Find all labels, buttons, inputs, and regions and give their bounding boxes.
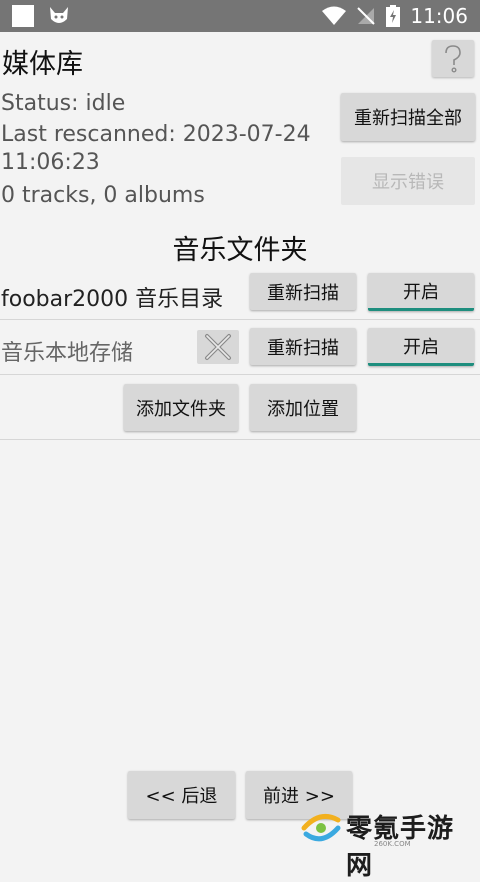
help-icon	[445, 44, 461, 73]
folder-name: 音乐本地存储	[1, 341, 134, 366]
watermark-text: 零氪手游网	[346, 814, 455, 881]
divider	[0, 374, 480, 375]
clock: 11:06	[410, 4, 468, 28]
folder-toggle-button[interactable]: 开启	[368, 273, 474, 311]
add-folder-button[interactable]: 添加文件夹	[124, 384, 238, 431]
last-rescanned-time: 11:06:23	[1, 150, 100, 175]
status-text: Status: idle	[1, 91, 126, 116]
library-counts: 0 tracks, 0 albums	[1, 183, 205, 208]
divider	[0, 319, 480, 320]
rescan-all-button[interactable]: 重新扫描全部	[341, 93, 475, 141]
folder-toggle-button[interactable]: 开启	[368, 328, 474, 366]
last-rescanned-text: Last rescanned: 2023-07-24	[1, 122, 311, 147]
no-sim-icon	[357, 7, 376, 25]
watermark-logo-icon	[301, 813, 341, 842]
show-errors-button[interactable]: 显示错误	[341, 157, 475, 205]
battery-icon	[386, 5, 401, 27]
folder-name: foobar2000 音乐目录	[1, 287, 224, 312]
add-location-button[interactable]: 添加位置	[250, 384, 356, 431]
help-button[interactable]	[432, 40, 474, 77]
folder-rescan-button[interactable]: 重新扫描	[250, 328, 356, 365]
close-icon	[205, 334, 231, 360]
music-folders-title: 音乐文件夹	[172, 235, 308, 266]
divider	[0, 439, 480, 440]
watermark-subtext: 260K.COM	[374, 840, 411, 848]
page-title: 媒体库	[2, 49, 83, 80]
cat-icon	[50, 7, 68, 23]
status-bar: 11:06	[0, 0, 480, 32]
wifi-icon	[322, 6, 347, 25]
folder-rescan-button[interactable]: 重新扫描	[250, 273, 356, 310]
watermark: 零氪手游网 260K.COM	[296, 806, 480, 881]
remove-folder-button[interactable]	[197, 330, 239, 364]
back-button[interactable]: << 后退	[128, 771, 235, 819]
notification-square-icon	[12, 5, 34, 27]
